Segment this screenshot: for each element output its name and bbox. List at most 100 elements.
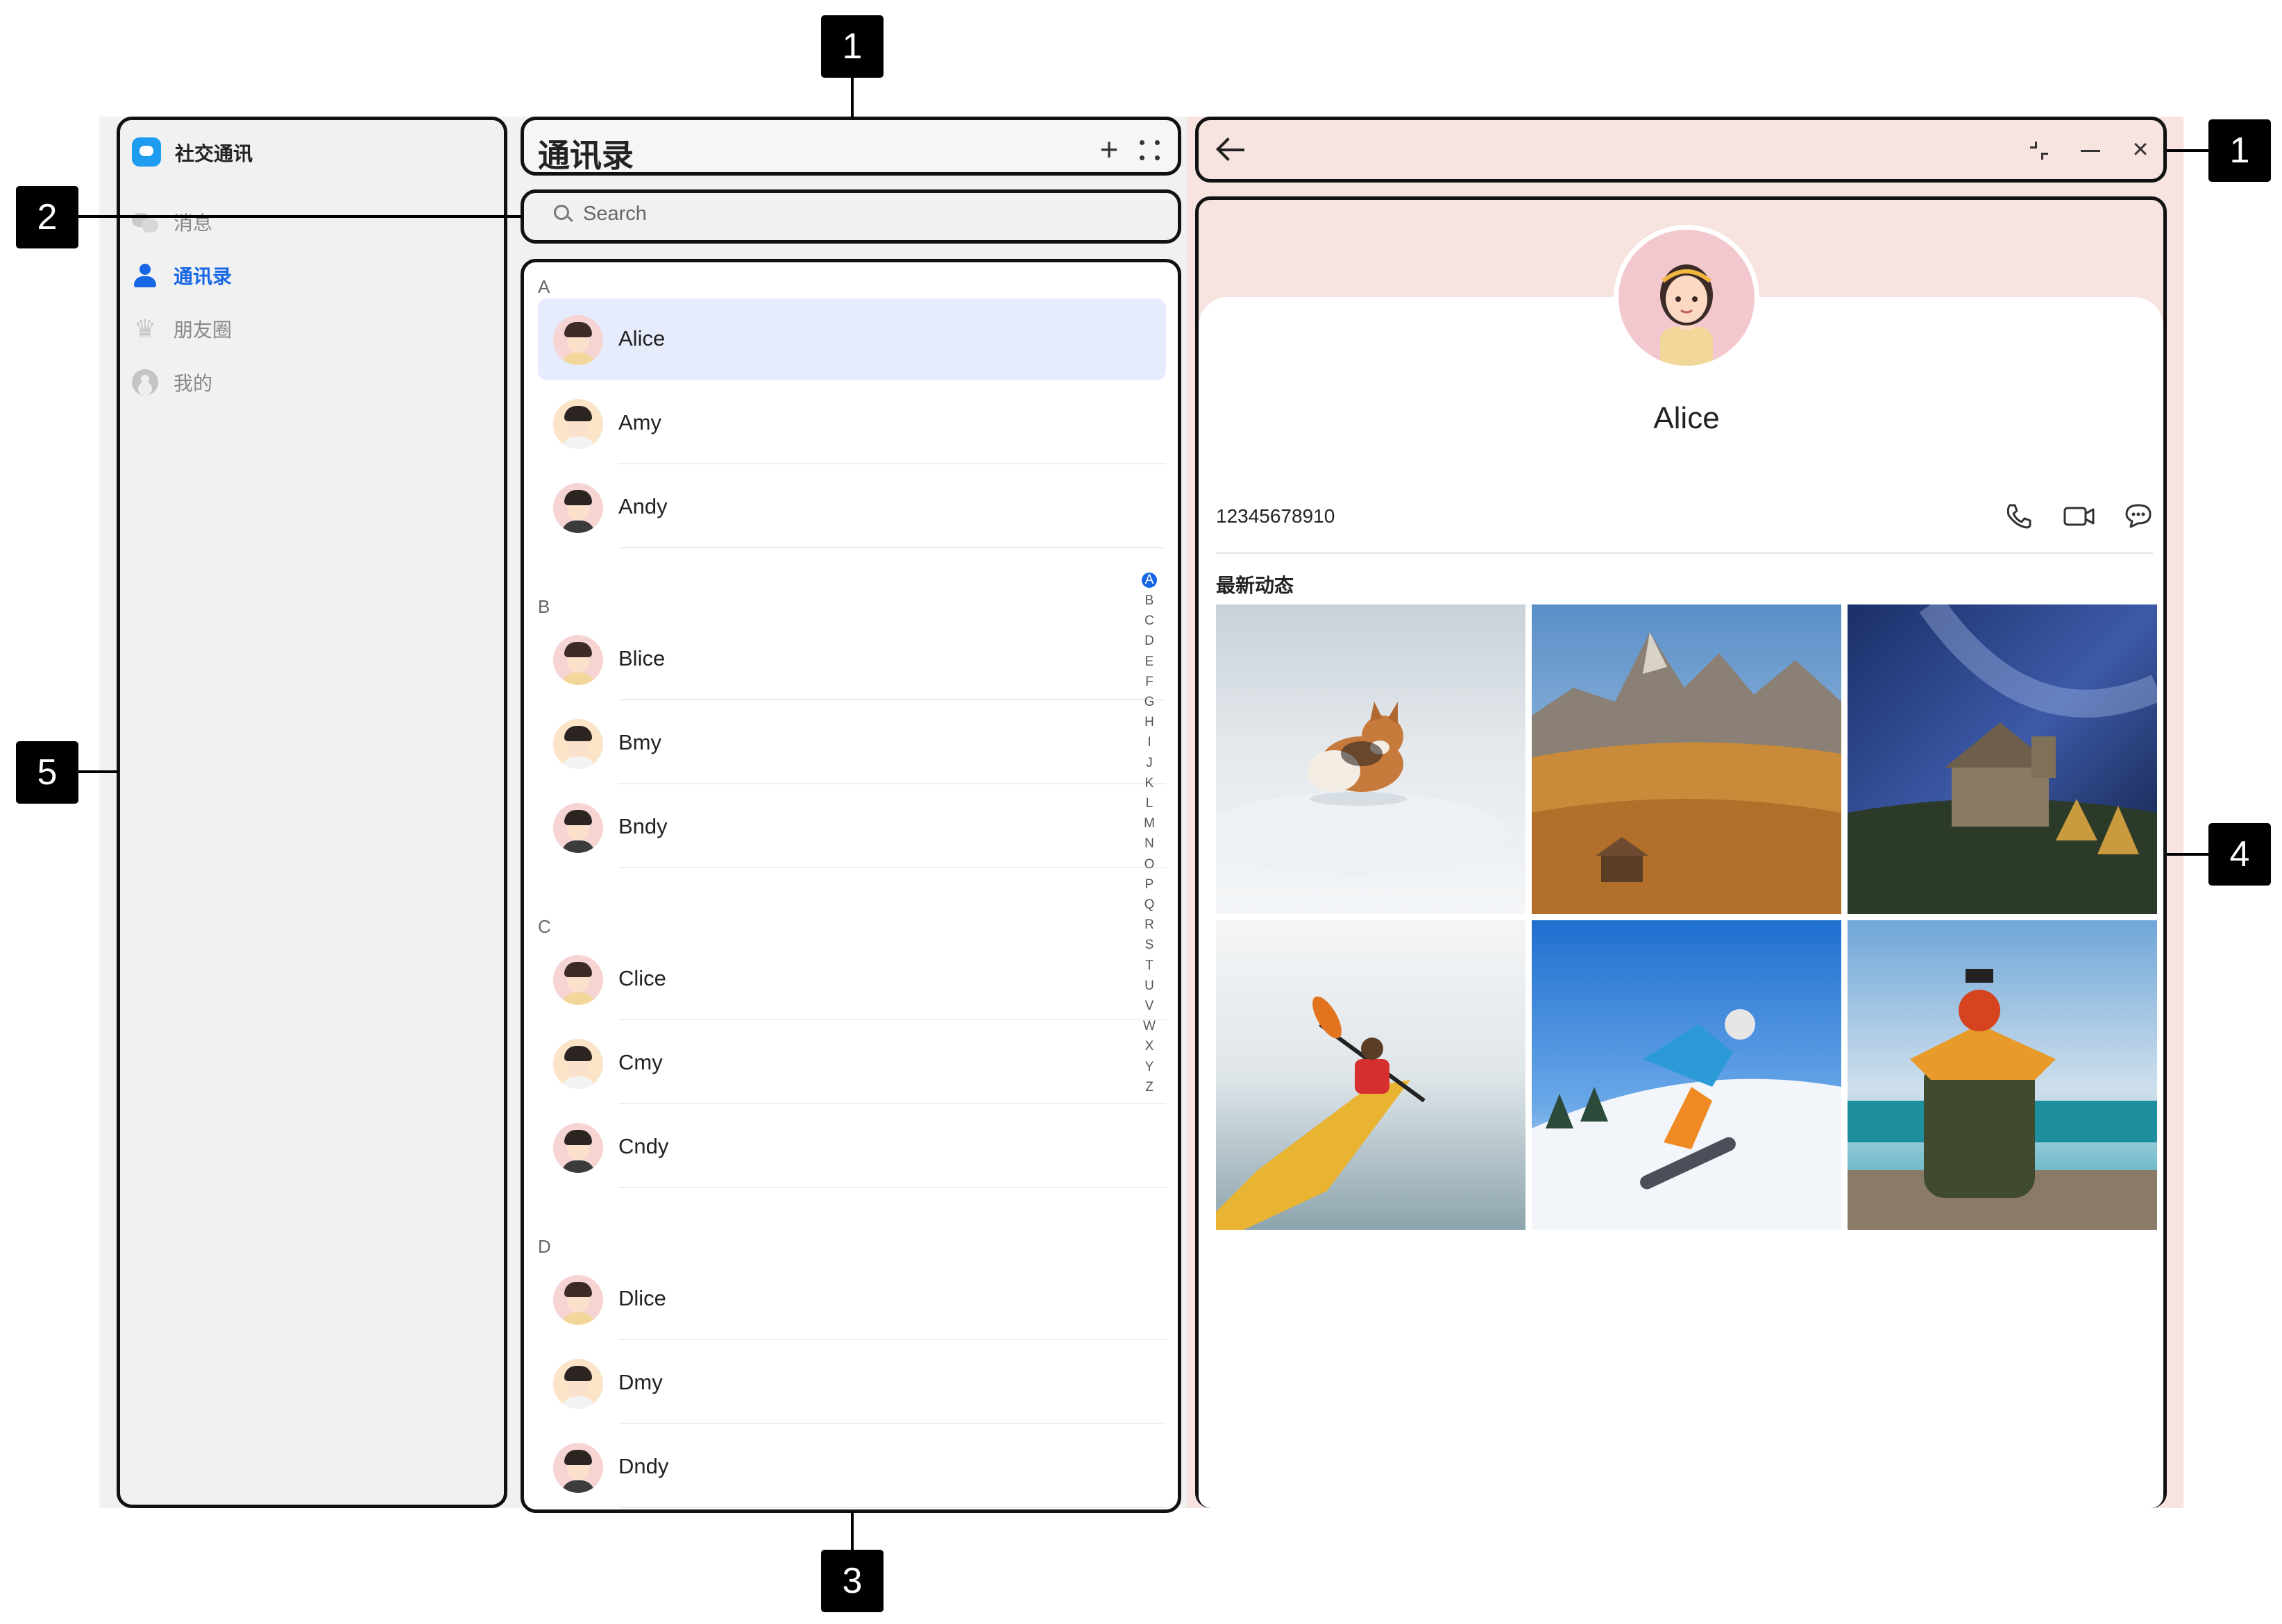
alpha-index-letter[interactable]: R	[1142, 915, 1157, 935]
row-divider	[618, 1339, 1166, 1340]
photo-corgi-in-snow[interactable]	[1216, 604, 1525, 914]
row-divider	[618, 699, 1166, 700]
contact-name: Dmy	[618, 1370, 663, 1394]
alpha-index-letter[interactable]: W	[1142, 1016, 1157, 1036]
alpha-index-letter[interactable]: S	[1142, 935, 1157, 955]
row-divider	[618, 1103, 1166, 1104]
contact-name: Blice	[618, 646, 666, 670]
section-letter: A	[538, 276, 550, 297]
alpha-index-letter[interactable]: T	[1142, 956, 1157, 976]
contact-name: Cndy	[618, 1134, 669, 1158]
contact-name: Dlice	[618, 1286, 666, 1310]
section-letter: D	[538, 1236, 551, 1257]
plus-icon: +	[1099, 131, 1119, 167]
minimize-button[interactable]	[2081, 150, 2100, 152]
avatar	[553, 1123, 603, 1173]
back-button[interactable]	[1217, 137, 1247, 162]
alpha-index-letter[interactable]: K	[1142, 773, 1157, 793]
divider	[1216, 552, 2153, 554]
contact-row[interactable]: Amy	[538, 382, 1166, 464]
profile-avatar[interactable]	[1614, 225, 1759, 371]
contact-row[interactable]: Cndy	[538, 1106, 1166, 1188]
search-icon	[554, 205, 569, 220]
moments-title: 最新动态	[1216, 575, 1294, 596]
sidebar-item-label: 消息	[174, 212, 213, 234]
photo-stone-church-milky-way[interactable]	[1848, 604, 2157, 914]
alpha-index-letter[interactable]: Z	[1142, 1077, 1157, 1097]
contact-row[interactable]: Alice	[538, 298, 1166, 380]
alpha-index-letter[interactable]: Q	[1142, 895, 1157, 915]
alpha-index-letter[interactable]: O	[1142, 854, 1157, 874]
add-contact-button[interactable]: +	[1097, 133, 1122, 165]
callout-1-top: 1	[821, 15, 884, 78]
contact-name: Andy	[618, 494, 668, 518]
callout-line	[851, 1512, 854, 1550]
close-button[interactable]: ×	[2129, 135, 2152, 163]
contact-row[interactable]: Bndy	[538, 786, 1166, 868]
alpha-index-letter[interactable]: B	[1142, 591, 1157, 611]
contact-row[interactable]: Bmy	[538, 702, 1166, 784]
avatar	[553, 719, 603, 769]
callout-1-right: 1	[2208, 119, 2271, 182]
contact-row[interactable]: Clice	[538, 938, 1166, 1020]
avatar	[553, 635, 603, 685]
alpha-index-letter[interactable]: C	[1142, 611, 1157, 631]
photo-snowboarder[interactable]	[1532, 920, 1841, 1230]
alpha-index-letter[interactable]: A	[1142, 573, 1157, 588]
photo-mountains-meadow[interactable]	[1532, 604, 1841, 914]
contact-name: Amy	[618, 410, 661, 434]
contact-row[interactable]: Dmy	[538, 1342, 1166, 1424]
alpha-index-letter[interactable]: M	[1142, 813, 1157, 834]
avatar	[553, 399, 603, 449]
sidebar-item-me[interactable]: 我的	[130, 362, 477, 403]
row-divider	[618, 463, 1166, 464]
contact-row[interactable]: Dlice	[538, 1258, 1166, 1340]
sidebar-item-messages[interactable]: 消息	[130, 201, 477, 243]
row-divider	[618, 867, 1166, 868]
row-divider	[618, 1019, 1166, 1020]
alpha-index-letter[interactable]: V	[1142, 996, 1157, 1016]
alpha-index-letter[interactable]: I	[1142, 732, 1157, 752]
callout-line	[851, 78, 854, 118]
alphabet-index[interactable]: ABCDEFGHIJKLMNOPQRSTUVWXYZ	[1142, 570, 1157, 1097]
alpha-index-letter[interactable]: U	[1142, 976, 1157, 996]
contact-row[interactable]: Andy	[538, 466, 1166, 548]
contacts-icon	[130, 261, 160, 290]
alpha-index-letter[interactable]: J	[1142, 753, 1157, 773]
alpha-index-letter[interactable]: H	[1142, 712, 1157, 732]
call-button[interactable]	[2004, 501, 2034, 530]
avatar	[553, 803, 603, 853]
alpha-index-letter[interactable]: P	[1142, 874, 1157, 895]
close-icon: ×	[2132, 134, 2149, 164]
contact-name: Bndy	[618, 814, 668, 838]
page-title: 通讯录	[538, 137, 634, 174]
message-button[interactable]	[2124, 501, 2153, 530]
avatar	[553, 315, 603, 365]
video-call-button[interactable]	[2063, 501, 2095, 530]
moments-crown-icon: ♛	[133, 314, 157, 343]
alpha-index-letter[interactable]: G	[1142, 692, 1157, 712]
sidebar-item-moments[interactable]: ♛ 朋友圈	[130, 308, 477, 350]
section-letter: B	[538, 596, 550, 617]
alpha-index-letter[interactable]: N	[1142, 834, 1157, 854]
sidebar-item-contacts[interactable]: 通讯录	[130, 255, 477, 296]
contact-row[interactable]: Blice	[538, 618, 1166, 700]
alpha-index-letter[interactable]: D	[1142, 631, 1157, 651]
search-input[interactable]	[583, 200, 1152, 228]
callout-line	[78, 215, 523, 218]
alpha-index-letter[interactable]: Y	[1142, 1057, 1157, 1077]
avatar	[553, 483, 603, 533]
app-logo-icon	[132, 137, 161, 167]
alpha-index-letter[interactable]: E	[1142, 652, 1157, 672]
photo-kayaker[interactable]	[1216, 920, 1525, 1230]
contact-row[interactable]: Cmy	[538, 1022, 1166, 1104]
restore-window-button[interactable]	[2030, 142, 2051, 162]
alpha-index-letter[interactable]: F	[1142, 672, 1157, 692]
contact-row[interactable]: Dndy	[538, 1426, 1166, 1508]
more-options-button[interactable]	[1138, 139, 1162, 162]
sidebar-item-label: 我的	[174, 373, 213, 394]
alpha-index-letter[interactable]: L	[1142, 793, 1157, 813]
section-letter: C	[538, 916, 551, 937]
photo-traveler-taking-photo[interactable]	[1848, 920, 2157, 1230]
alpha-index-letter[interactable]: X	[1142, 1036, 1157, 1056]
